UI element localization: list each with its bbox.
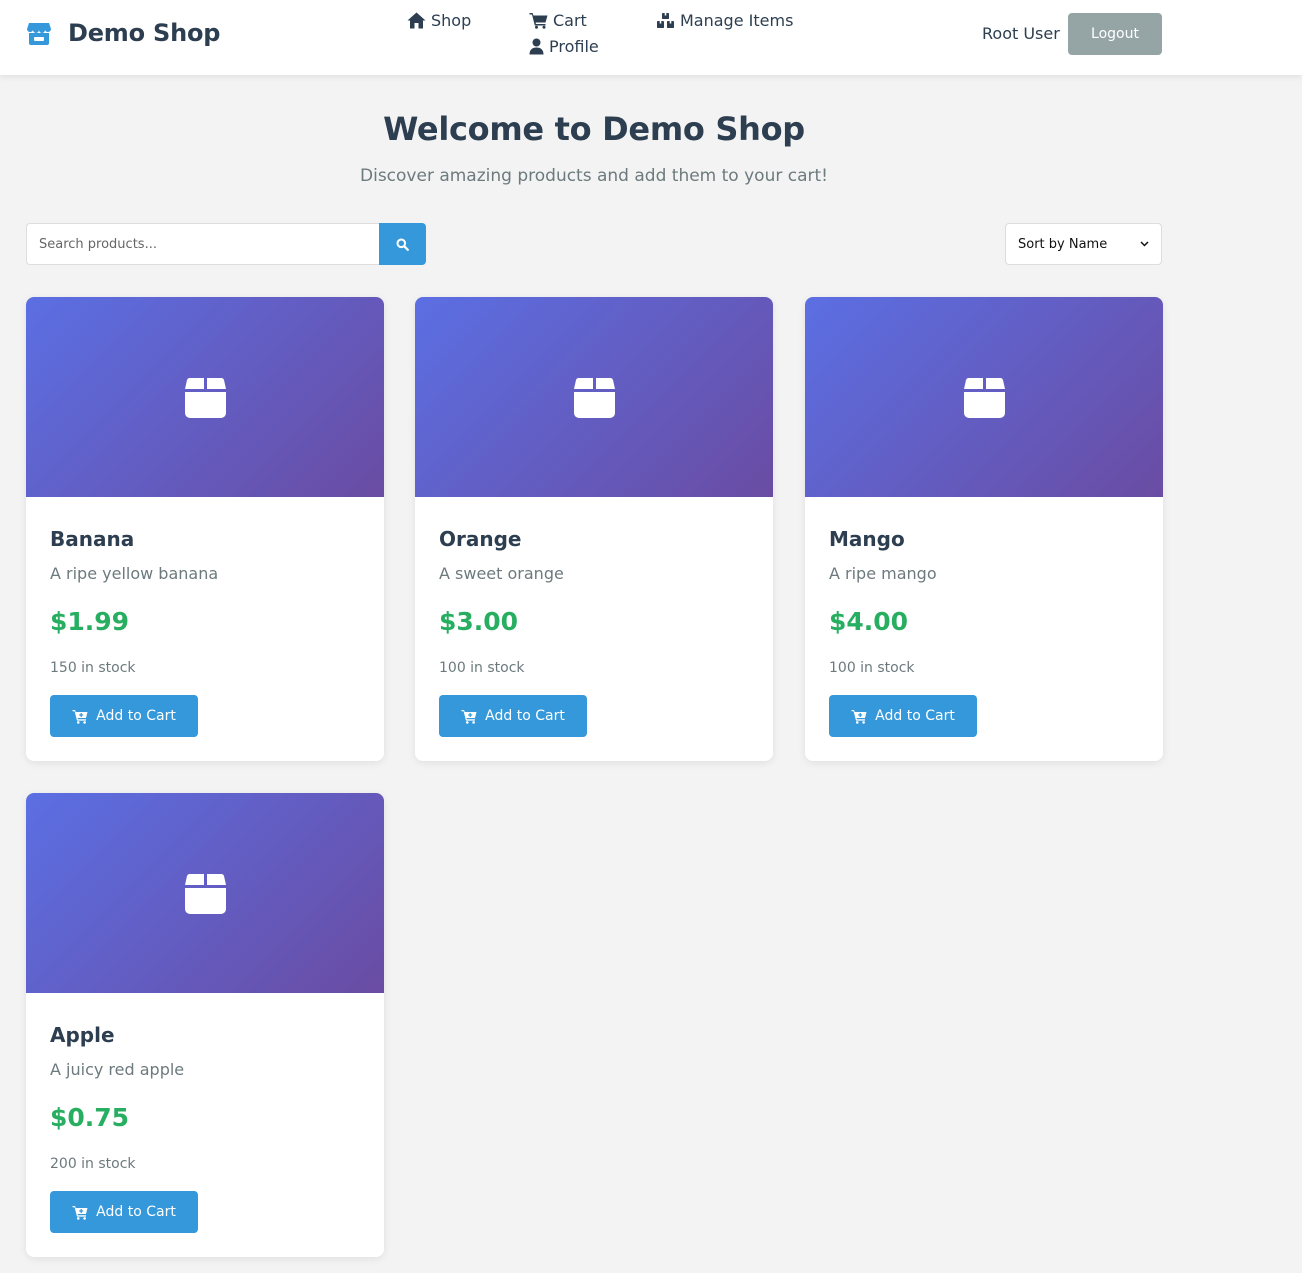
brand-title: Demo Shop <box>68 19 221 47</box>
user-name: Root User <box>982 24 1060 43</box>
product-image <box>415 297 773 497</box>
product-price: $0.75 <box>50 1103 130 1132</box>
product-description: A ripe mango <box>829 564 937 583</box>
product-image <box>805 297 1163 497</box>
product-stock: 200 in stock <box>50 1156 136 1172</box>
cart-plus-icon <box>461 709 477 724</box>
search-icon <box>396 238 409 251</box>
product-image <box>26 793 384 993</box>
nav-link-shop-label: Shop <box>431 11 472 30</box>
box-icon <box>963 377 1005 418</box>
product-card: Apple A juicy red apple $0.75 200 in sto… <box>26 793 384 1257</box>
product-stock: 150 in stock <box>50 660 136 676</box>
product-price: $4.00 <box>829 607 909 636</box>
search-button[interactable] <box>379 223 426 265</box>
product-description: A sweet orange <box>439 564 564 583</box>
product-name: Mango <box>829 527 905 551</box>
nav-link-shop[interactable]: Shop <box>407 11 471 30</box>
add-to-cart-button[interactable]: Add to Cart <box>50 695 198 737</box>
page-subtitle: Discover amazing products and add them t… <box>360 166 828 186</box>
product-card: Orange A sweet orange $3.00 100 in stock… <box>415 297 773 761</box>
product-description: A juicy red apple <box>50 1060 185 1079</box>
product-stock: 100 in stock <box>439 660 525 676</box>
product-card: Mango A ripe mango $4.00 100 in stock Ad… <box>805 297 1163 761</box>
search-input[interactable] <box>26 223 380 265</box>
logout-button[interactable]: Logout <box>1068 13 1162 55</box>
nav-link-manage-items-label: Manage Items <box>680 11 794 30</box>
brand[interactable]: Demo Shop <box>26 19 220 47</box>
add-to-cart-label: Add to Cart <box>96 1204 176 1220</box>
nav-link-profile-label: Profile <box>549 37 599 56</box>
cart-plus-icon <box>72 709 88 724</box>
box-icon <box>184 873 226 914</box>
product-price: $3.00 <box>439 607 519 636</box>
add-to-cart-label: Add to Cart <box>96 708 176 724</box>
product-description: A ripe yellow banana <box>50 564 219 583</box>
sort-select[interactable]: Sort by Name <box>1005 223 1162 265</box>
nav-link-manage-items[interactable]: Manage Items <box>656 11 793 30</box>
product-stock: 100 in stock <box>829 660 915 676</box>
product-name: Banana <box>50 527 135 551</box>
user-icon <box>529 38 544 55</box>
product-name: Apple <box>50 1023 115 1047</box>
product-name: Orange <box>439 527 522 551</box>
box-icon <box>573 377 615 418</box>
add-to-cart-button[interactable]: Add to Cart <box>439 695 587 737</box>
nav-link-cart-label: Cart <box>553 11 587 30</box>
product-price: $1.99 <box>50 607 130 636</box>
nav-link-profile[interactable]: Profile <box>529 37 599 56</box>
add-to-cart-label: Add to Cart <box>875 708 955 724</box>
navbar: Demo Shop Shop Cart Manage Items Profile… <box>0 0 1302 75</box>
boxes-icon <box>657 13 674 28</box>
product-image <box>26 297 384 497</box>
cart-plus-icon <box>72 1205 88 1220</box>
chevron-down-icon <box>1140 241 1149 247</box>
nav-link-cart[interactable]: Cart <box>529 11 587 30</box>
home-icon <box>407 12 426 29</box>
cart-icon <box>529 13 548 29</box>
add-to-cart-label: Add to Cart <box>485 708 565 724</box>
add-to-cart-button[interactable]: Add to Cart <box>829 695 977 737</box>
cart-plus-icon <box>851 709 867 724</box>
page-title: Welcome to Demo Shop <box>383 110 805 148</box>
box-icon <box>184 377 226 418</box>
add-to-cart-button[interactable]: Add to Cart <box>50 1191 198 1233</box>
sort-select-value: Sort by Name <box>1018 236 1108 252</box>
store-icon <box>26 20 52 46</box>
product-card: Banana A ripe yellow banana $1.99 150 in… <box>26 297 384 761</box>
